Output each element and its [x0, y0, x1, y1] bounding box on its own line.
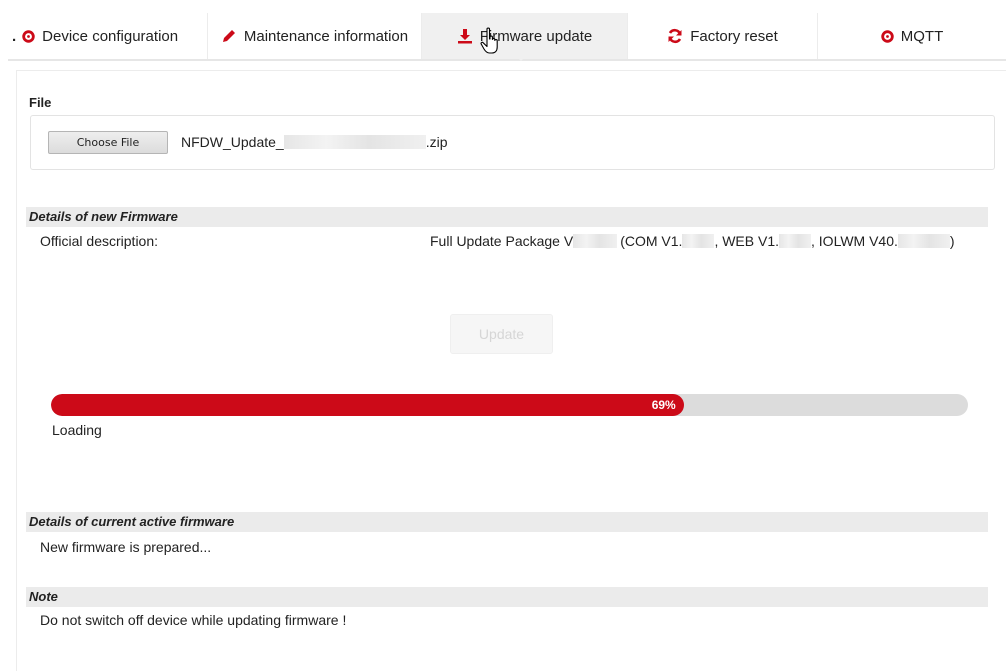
redacted-region [682, 234, 715, 248]
current-firmware-header: Details of current active firmware [26, 512, 988, 532]
tab-mqtt[interactable]: MQTT [818, 13, 1006, 59]
progress-bar: 69% [51, 394, 968, 416]
description-part: ) [949, 233, 955, 249]
new-firmware-header: Details of new Firmware [26, 207, 988, 227]
tab-factory-reset[interactable]: Factory reset [628, 13, 818, 59]
description-part: , WEB V1. [714, 233, 780, 249]
choose-file-button[interactable]: Choose File [48, 131, 168, 154]
pencil-icon [221, 28, 237, 44]
tab-maintenance-information[interactable]: Maintenance information [208, 13, 422, 59]
file-name-prefix: NFDW_Update_ [181, 134, 284, 150]
tab-label: MQTT [900, 27, 944, 45]
redacted-region [779, 234, 812, 248]
tab-label: Maintenance information [243, 27, 409, 45]
progress-fill: 69% [51, 394, 684, 416]
redacted-region [897, 234, 950, 248]
description-part: , IOLWM V40. [811, 233, 898, 249]
tab-device-configuration[interactable]: . Device configuration [8, 13, 208, 59]
description-part: (COM V1. [620, 233, 683, 249]
hand-cursor-icon [480, 27, 502, 60]
gear-icon [22, 29, 35, 43]
selected-file-name: NFDW_Update_ .zip [181, 134, 448, 150]
tab-label: Device configuration [42, 27, 179, 45]
progress-status: Loading [52, 422, 102, 438]
update-button[interactable]: Update [450, 314, 553, 354]
active-tab-caret [514, 54, 528, 61]
file-name-suffix: .zip [425, 134, 448, 150]
redacted-region [283, 135, 426, 149]
tab-label: Factory reset [690, 27, 778, 45]
tab-bar: . Device configuration Maintenance infor… [8, 13, 1006, 61]
tab-firmware-update[interactable]: Firmware update [422, 13, 628, 59]
download-icon [457, 28, 473, 44]
current-firmware-status: New firmware is prepared... [40, 539, 212, 555]
official-description-label: Official description: [40, 233, 159, 249]
gear-icon [881, 29, 894, 43]
official-description-value: Full Update Package V (COM V1. , WEB V1.… [430, 233, 955, 249]
note-text: Do not switch off device while updating … [40, 612, 347, 628]
redacted-region [573, 234, 618, 248]
note-header: Note [26, 587, 988, 607]
description-part: Full Update Package V [430, 233, 574, 249]
dot-marker: . [12, 27, 17, 45]
file-label: File [29, 95, 52, 110]
refresh-icon [667, 28, 683, 44]
firmware-update-page: . Device configuration Maintenance infor… [0, 0, 1006, 671]
progress-percent: 69% [651, 398, 676, 412]
file-input-box: Choose File NFDW_Update_ .zip [30, 115, 995, 170]
